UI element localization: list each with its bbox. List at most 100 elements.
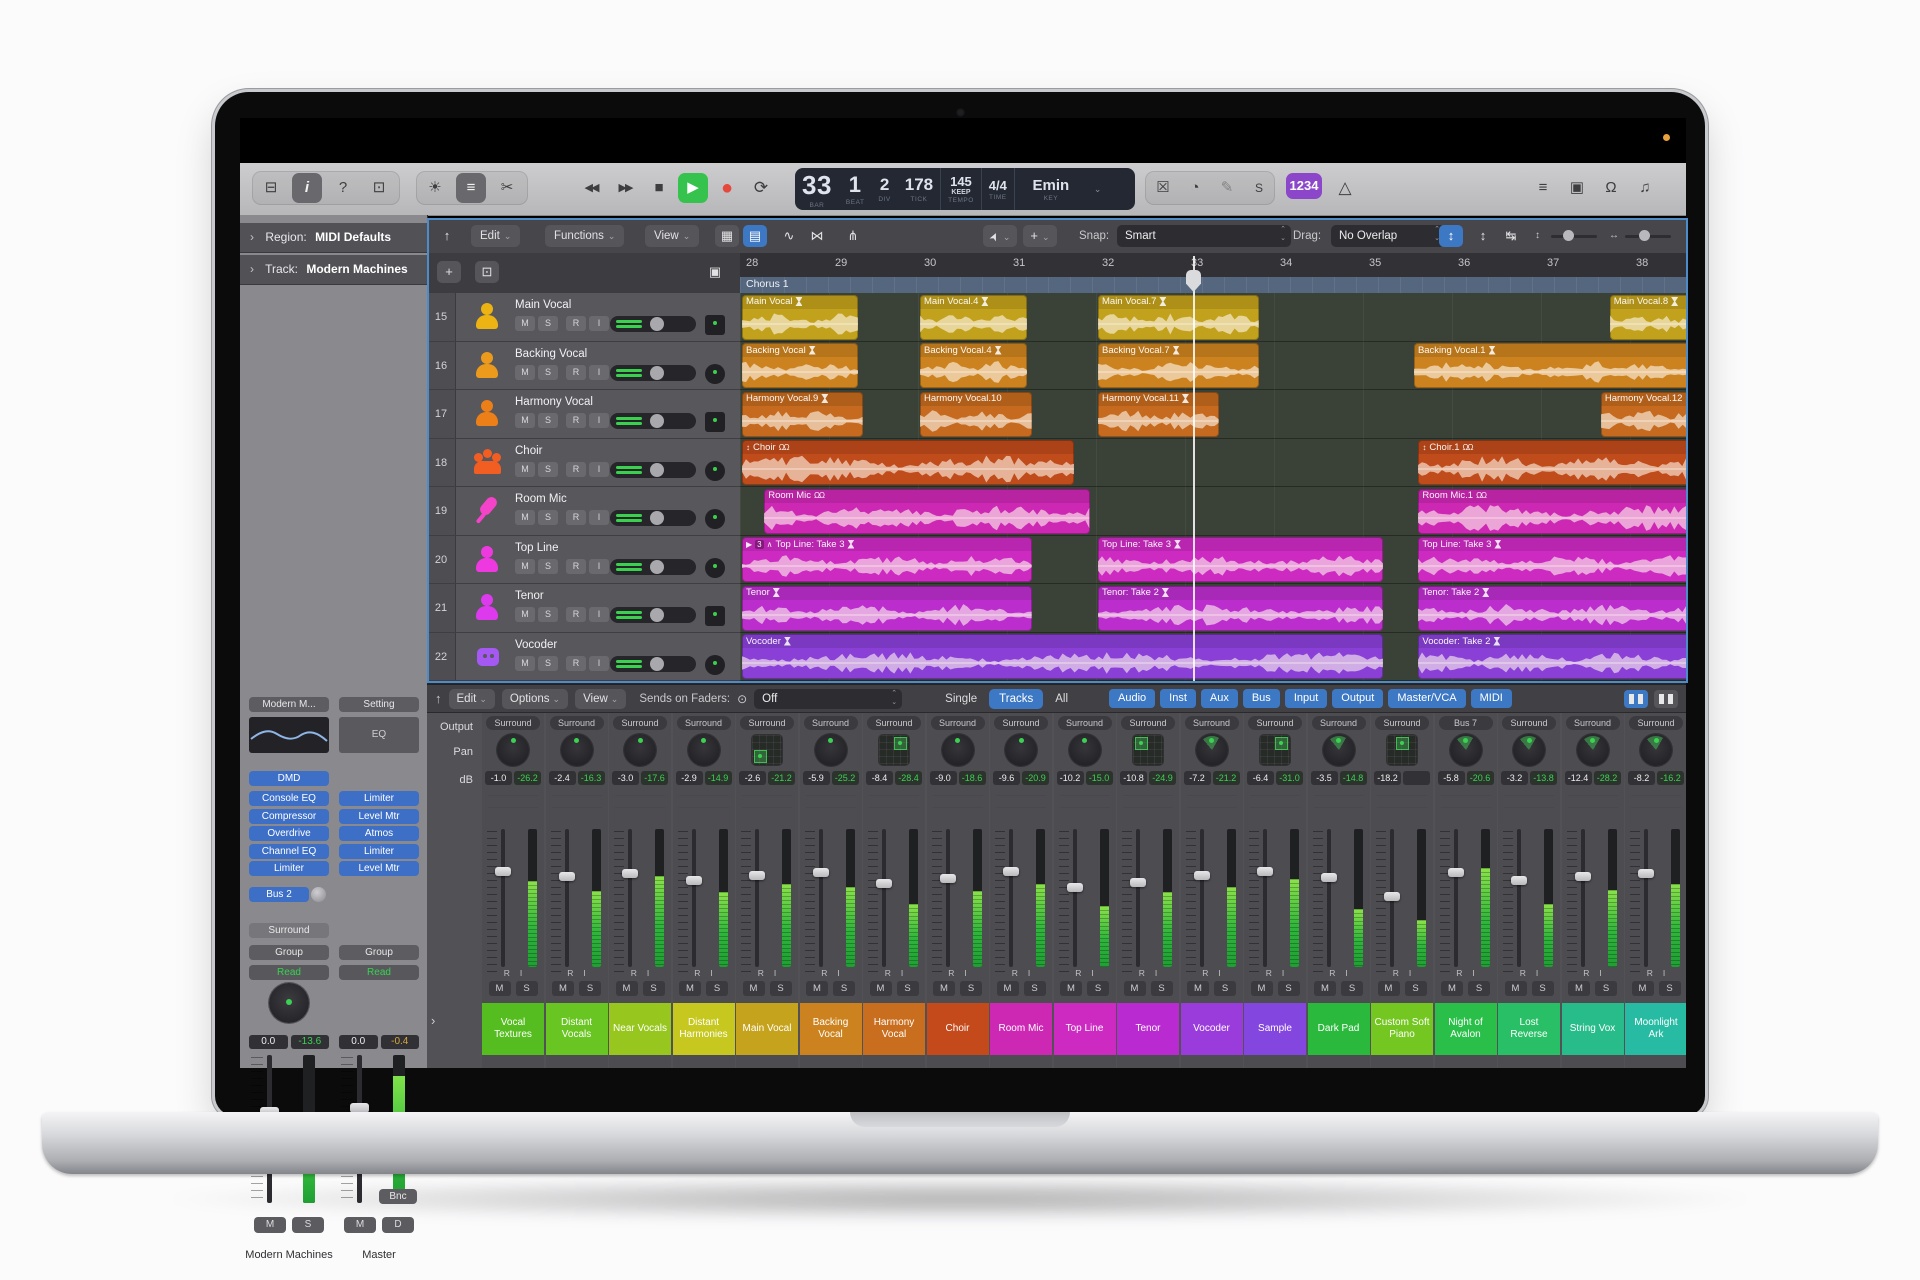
arrange-menu-edit[interactable]: Edit⌄	[471, 225, 520, 247]
mixer-channel-strip[interactable]: Surround -3.2 -13.8 R I M S Lost Reverse	[1498, 713, 1560, 1068]
mute-button[interactable]: M	[1251, 981, 1273, 996]
record-enable-button[interactable]: R	[821, 967, 827, 979]
track-volume-slider[interactable]	[610, 656, 696, 672]
solo-button[interactable]: S	[1595, 981, 1617, 996]
record-enable-button[interactable]: R	[1520, 967, 1526, 979]
pan-knob[interactable]	[624, 734, 656, 766]
mute-button[interactable]: M	[1187, 981, 1209, 996]
track-stack-icon[interactable]: ▣	[703, 261, 727, 283]
region[interactable]: Top Line: Take 3	[1098, 537, 1383, 582]
region[interactable]: Harmony Vocal.12	[1601, 392, 1688, 437]
input-monitor-button[interactable]: I	[964, 967, 966, 979]
input-monitor-button[interactable]: I	[1663, 967, 1665, 979]
channel-name-label[interactable]: Near Vocals	[609, 1003, 671, 1055]
solo-button[interactable]: S	[833, 981, 855, 996]
record-enable-button[interactable]: R	[1329, 967, 1335, 979]
mixer-channel-strip[interactable]: Surround -8.2 -16.2 R I M S Moonlight Ar…	[1625, 713, 1686, 1068]
arrange-menu-functions[interactable]: Functions⌄	[545, 225, 624, 247]
mute-button[interactable]: M	[515, 607, 535, 622]
input-monitor-button[interactable]: I	[1536, 967, 1538, 979]
mute-button[interactable]: M	[515, 462, 535, 477]
record-enable-button[interactable]: R	[631, 967, 637, 979]
strip-name[interactable]: Master	[329, 1249, 429, 1261]
scope-single[interactable]: Single	[935, 689, 987, 709]
mixer-channel-strip[interactable]: Surround -3.5 -14.8 R I M S Dark Pad	[1308, 713, 1370, 1068]
catch-icon[interactable]: ↑	[435, 691, 442, 706]
mute-button[interactable]: M	[997, 981, 1019, 996]
surround-pan-pad[interactable]	[1133, 735, 1163, 765]
pan-control[interactable]	[863, 730, 925, 770]
region[interactable]: Backing Vocal.7	[1098, 343, 1259, 388]
output-button[interactable]: Surround	[486, 716, 540, 730]
region[interactable]: Backing Vocal	[742, 343, 858, 388]
region[interactable]: Room Mic.1ΩΩ	[1418, 489, 1688, 534]
loop-follow-icon[interactable]: ΩΩ	[814, 491, 824, 500]
comp-icon[interactable]: ∧	[767, 540, 773, 549]
volume-db-value[interactable]: -7.2	[1184, 771, 1211, 785]
pan-control[interactable]	[482, 730, 544, 770]
fader-zone[interactable]	[932, 829, 984, 967]
record-enable-button[interactable]: R	[1393, 967, 1399, 979]
grid-view-icon[interactable]: ▦	[715, 225, 739, 247]
region[interactable]: Main Vocal	[742, 295, 858, 340]
scroll-right-icon[interactable]: ›	[431, 1013, 435, 1028]
fader-cap[interactable]	[1384, 892, 1400, 901]
output-button[interactable]: Surround	[1121, 716, 1175, 730]
solo-button[interactable]: S	[1214, 981, 1236, 996]
region[interactable]: Main Vocal.8	[1610, 295, 1688, 340]
output-button[interactable]: Surround	[249, 923, 329, 938]
track-name[interactable]: Tenor	[515, 590, 544, 602]
input-monitor-button[interactable]: I	[1091, 967, 1093, 979]
midi-fx-slot[interactable]: DMD	[249, 771, 329, 786]
sends-area[interactable]	[615, 787, 665, 829]
mixer-channel-strip[interactable]: Bus 7 -5.8 -20.6 R I M S Night of Avalon	[1435, 713, 1497, 1068]
solo-button[interactable]: S	[579, 981, 601, 996]
volume-db-value[interactable]: -3.5	[1311, 771, 1338, 785]
plugin-slot[interactable]: Level Mtr	[339, 861, 419, 876]
fader-cap[interactable]	[940, 874, 956, 883]
quantize-icon[interactable]	[1671, 297, 1678, 306]
record-enable-button[interactable]: R	[694, 967, 700, 979]
solo-button[interactable]: S	[538, 559, 558, 574]
region[interactable]: Backing Vocal.1	[1414, 343, 1688, 388]
fader-zone[interactable]	[678, 829, 730, 967]
automation-mode-button[interactable]: Read	[339, 965, 419, 980]
track-header-row[interactable]: 19 Room Mic M S R I	[427, 487, 740, 536]
output-button[interactable]: Surround	[613, 716, 667, 730]
output-button[interactable]: Surround	[1629, 716, 1683, 730]
region[interactable]: Harmony Vocal.10	[920, 392, 1032, 437]
quantize-icon[interactable]	[784, 637, 791, 646]
fader-cap[interactable]	[749, 871, 765, 880]
pan-control[interactable]	[609, 730, 671, 770]
snap-dropdown[interactable]: Smart ⌃⌄	[1117, 225, 1291, 247]
solo-button[interactable]: S	[538, 365, 558, 380]
loop-follow-icon[interactable]: ΩΩ	[1463, 443, 1473, 452]
output-button[interactable]: Surround	[804, 716, 858, 730]
media-browser-icon[interactable]: ♫	[1630, 173, 1660, 203]
mute-button[interactable]: M	[679, 981, 701, 996]
volume-db-value[interactable]: -9.0	[930, 771, 957, 785]
channel-name-label[interactable]: Vocoder	[1181, 1003, 1243, 1055]
input-monitor-button[interactable]: I	[589, 365, 609, 380]
volume-db-value[interactable]: -2.6	[739, 771, 766, 785]
quantize-icon[interactable]	[773, 588, 780, 597]
channel-name-label[interactable]: Top Line	[1054, 1003, 1116, 1055]
rewind-button[interactable]: ◀◀	[576, 173, 606, 203]
input-monitor-button[interactable]: I	[1345, 967, 1347, 979]
fader-cap[interactable]	[559, 872, 575, 881]
quantize-icon[interactable]	[809, 346, 816, 355]
flex-pitch-icon[interactable]: ↕	[1422, 443, 1426, 452]
mixer-channel-strip[interactable]: Surround -2.9 -14.9 R I M S Distant Harm…	[673, 713, 735, 1068]
record-enable-button[interactable]: R	[566, 413, 586, 428]
input-monitor-button[interactable]: I	[1409, 967, 1411, 979]
volume-db-value[interactable]: -2.9	[676, 771, 703, 785]
setting-button[interactable]: Setting	[339, 697, 419, 712]
solo-button[interactable]: S	[897, 981, 919, 996]
list-editors-icon[interactable]: ≡	[1528, 173, 1558, 203]
region[interactable]: Tenor	[742, 586, 1032, 631]
output-button[interactable]: Bus 7	[1439, 716, 1493, 730]
fader-zone[interactable]	[805, 829, 857, 967]
channel-name-label[interactable]: Sample	[1244, 1003, 1306, 1055]
output-button[interactable]: Surround	[867, 716, 921, 730]
fader-cap[interactable]	[1448, 868, 1464, 877]
